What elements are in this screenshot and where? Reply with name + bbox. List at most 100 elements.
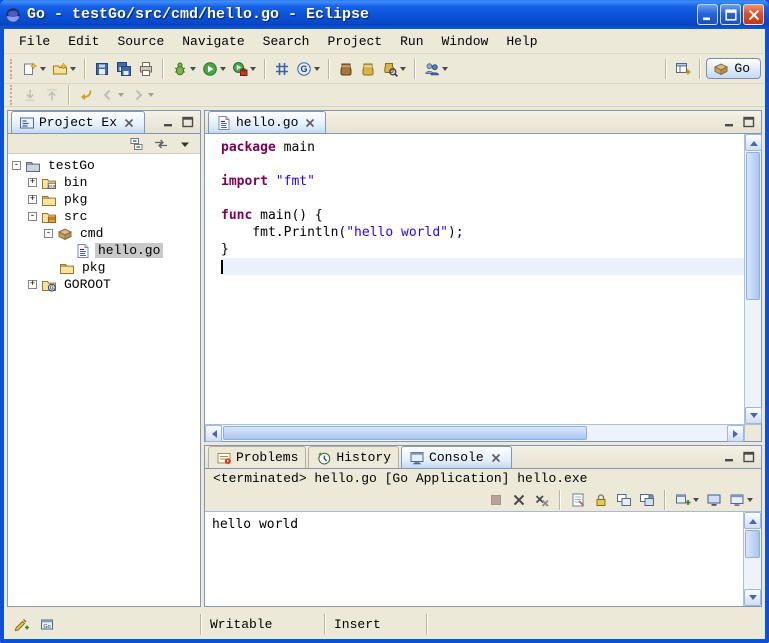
console-vertical-scrollbar[interactable] [743,512,761,606]
tree-label[interactable]: src [61,209,90,224]
close-icon[interactable] [121,115,137,131]
tab-project-explorer[interactable]: Project Ex [11,111,145,133]
menu-window[interactable]: Window [433,32,498,51]
scroll-right-button[interactable] [727,425,744,442]
tree-item-pkg[interactable]: pkg [8,259,200,276]
editor-vertical-scrollbar[interactable] [744,134,761,424]
scroll-lock-button[interactable] [590,488,612,512]
pin-console-button[interactable] [636,488,658,512]
close-icon[interactable] [302,115,318,131]
close-button[interactable] [743,4,764,25]
tree-label[interactable]: bin [61,175,90,190]
code-line[interactable]: func main() { [205,207,744,224]
collapse-all-button[interactable] [126,135,148,153]
tree-label[interactable]: cmd [77,226,106,241]
scroll-up-button[interactable] [744,512,761,529]
code-line-content[interactable] [221,258,744,275]
tree-toggle-minus[interactable]: - [28,212,37,221]
code-editor[interactable]: package main import "fmt" func main() { fm… [205,134,744,424]
tree-item-src[interactable]: - src [8,208,200,225]
code-line[interactable] [205,156,744,173]
tab-console[interactable]: Console [401,446,512,468]
view-menu-button[interactable] [174,135,196,153]
terminate-button[interactable] [485,488,507,512]
tree-label[interactable]: hello.go [95,243,163,258]
toolbar-drag-grip[interactable] [10,85,13,105]
title-bar[interactable]: Go - testGo/src/cmd/hello.go - Eclipse [0,0,769,29]
code-line-content[interactable] [221,156,744,173]
tree-item-testgo[interactable]: -testGo [8,157,200,174]
minimize-view-button[interactable] [721,114,739,131]
jar-import-button[interactable] [335,57,357,81]
menu-run[interactable]: Run [391,32,432,51]
new-go-element-button[interactable] [49,57,79,81]
new-go-app-button[interactable] [271,57,293,81]
code-line-content[interactable]: func main() { [221,207,744,224]
remove-all-launches-button[interactable] [531,488,553,512]
code-line[interactable] [205,190,744,207]
scrollbar-track[interactable] [744,529,761,589]
jar-export-button[interactable] [357,57,379,81]
go-build-button[interactable]: G [293,57,323,81]
maximize-button[interactable] [720,4,741,25]
menu-edit[interactable]: Edit [59,32,108,51]
debug-button[interactable] [169,57,199,81]
code-line-content[interactable]: fmt.Println("hello world"); [221,224,744,241]
scroll-up-button[interactable] [745,134,762,151]
remove-launch-button[interactable] [508,488,530,512]
code-line[interactable] [205,258,744,275]
scroll-down-button[interactable] [745,407,762,424]
code-line-content[interactable]: package main [221,139,744,156]
print-button[interactable] [135,57,157,81]
menu-search[interactable]: Search [254,32,319,51]
menu-file[interactable]: File [10,32,59,51]
prev-annotation-button[interactable] [41,85,63,105]
perspective-go-button[interactable]: Go [706,58,761,79]
minimize-button[interactable] [697,4,718,25]
external-tools-button[interactable] [229,57,259,81]
scroll-down-button[interactable] [744,589,761,606]
tree-label[interactable]: pkg [61,192,90,207]
code-line[interactable]: import "fmt" [205,173,744,190]
menu-source[interactable]: Source [108,32,173,51]
code-line-content[interactable] [221,190,744,207]
project-tree[interactable]: -testGo+010bin+pkg-src-cmdhello.gopkg+GG… [8,154,200,606]
open-perspective-button[interactable] [672,57,694,81]
editor-horizontal-scrollbar[interactable] [205,424,744,441]
tab-editor-hello-go[interactable]: hello.go [208,111,326,133]
open-console-button[interactable] [672,488,702,512]
tree-item-goroot[interactable]: +GGOROOT [8,276,200,293]
minimize-view-button[interactable] [721,449,739,466]
tree-label[interactable]: GOROOT [61,277,114,292]
display-console-button[interactable] [703,488,725,512]
fast-view-button[interactable] [10,613,32,637]
tree-toggle-minus[interactable]: - [44,229,53,238]
maximize-view-button[interactable] [740,449,758,466]
back-button[interactable] [97,85,127,105]
code-line-content[interactable]: import "fmt" [221,173,744,190]
tree-item-bin[interactable]: +010bin [8,174,200,191]
scrollbar-track[interactable] [745,151,761,407]
code-line[interactable]: } [205,241,744,258]
code-line[interactable]: fmt.Println("hello world"); [205,224,744,241]
menu-navigate[interactable]: Navigate [173,32,253,51]
clear-console-button[interactable] [567,488,589,512]
scrollbar-thumb[interactable] [745,530,760,558]
scrollbar-thumb[interactable] [223,426,587,440]
close-icon[interactable] [488,450,504,466]
last-edit-location-button[interactable] [75,85,97,105]
maximize-view-button[interactable] [179,114,197,131]
code-line[interactable]: package main [205,139,744,156]
menu-help[interactable]: Help [497,32,546,51]
save-button[interactable] [91,57,113,81]
tab-problems[interactable]: Problems [208,446,306,468]
tree-label[interactable]: pkg [79,260,108,275]
tree-item-pkg[interactable]: +pkg [8,191,200,208]
run-button[interactable] [199,57,229,81]
trim-window-button[interactable]: Go [36,613,58,637]
scrollbar-thumb[interactable] [746,152,760,300]
console-view-menu-button[interactable] [726,488,756,512]
minimize-view-button[interactable] [160,114,178,131]
tree-toggle-minus[interactable]: - [12,161,21,170]
tree-item-hello-go[interactable]: hello.go [8,242,200,259]
